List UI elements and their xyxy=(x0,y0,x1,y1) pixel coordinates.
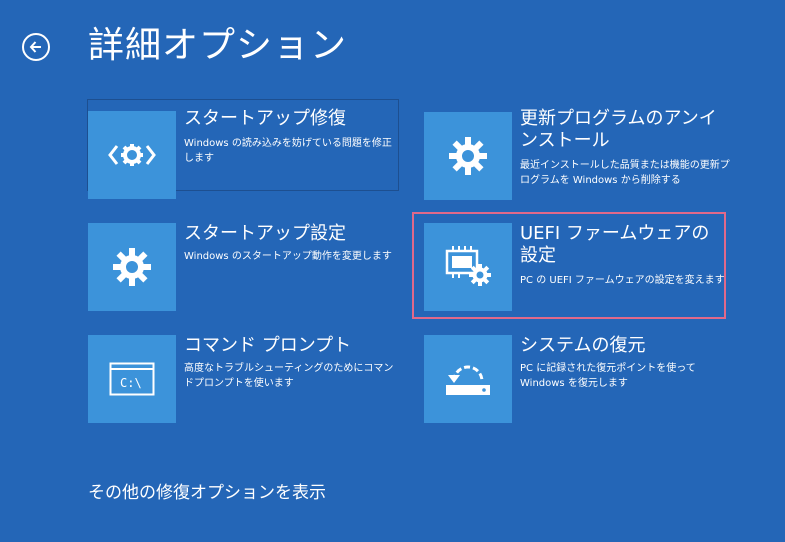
tile-description: PC の UEFI ファームウェアの設定を変えます xyxy=(520,275,725,286)
gear-icon xyxy=(113,248,151,286)
arrow-left-icon xyxy=(29,41,41,53)
code-gear-icon xyxy=(108,144,156,166)
tile-description: PC に記録された復元ポイントを使って Windows を復元します xyxy=(520,363,696,389)
tile-title: スタートアップ設定 xyxy=(184,223,346,244)
chip-gear-icon xyxy=(445,246,491,286)
startup-repair-tile[interactable]: スタートアップ修復 Windows の読み込みを妨げている問題を修正します xyxy=(87,99,399,199)
system-restore-icon xyxy=(446,365,490,395)
prompt-text: C:\ xyxy=(120,376,142,390)
page-title: 詳細オプション xyxy=(88,25,348,66)
system-restore-tile[interactable]: システムの復元 PC に記録された復元ポイントを使って Windows を復元し… xyxy=(424,335,734,425)
tile-icon-container xyxy=(424,335,512,423)
more-repair-options-link[interactable]: その他の修復オプションを表示 xyxy=(88,478,326,503)
tile-icon-container xyxy=(88,111,176,199)
tile-description: 高度なトラブルシューティングのためにコマンドプロンプトを使います xyxy=(184,363,394,389)
tile-description: Windows の読み込みを妨げている問題を修正します xyxy=(184,138,392,164)
tile-title: システムの復元 xyxy=(520,335,646,356)
startup-settings-tile[interactable]: スタートアップ設定 Windows のスタートアップ動作を変更します xyxy=(88,223,398,313)
tile-icon-container xyxy=(88,223,176,311)
tile-description: Windows のスタートアップ動作を変更します xyxy=(184,251,392,262)
tile-icon-container xyxy=(424,112,512,200)
gear-icon xyxy=(449,137,487,175)
tile-icon-container: C:\ xyxy=(88,335,176,423)
uefi-firmware-settings-tile[interactable]: UEFI ファームウェアの設定 PC の UEFI ファームウェアの設定を変えま… xyxy=(424,223,734,313)
back-button[interactable] xyxy=(22,33,50,61)
tile-title: UEFI ファームウェアの設定 xyxy=(520,223,710,266)
tile-title: スタートアップ修復 xyxy=(184,108,346,129)
uninstall-updates-tile[interactable]: 更新プログラムのアンインストール 最近インストールした品質または機能の更新プログ… xyxy=(424,108,734,200)
tile-description: 最近インストールした品質または機能の更新プログラムを Windows から削除す… xyxy=(520,160,730,186)
tile-icon-container xyxy=(424,223,512,311)
tile-title: 更新プログラムのアンインストール xyxy=(520,108,717,151)
command-prompt-tile[interactable]: C:\ コマンド プロンプト 高度なトラブルシューティングのためにコマンドプロン… xyxy=(88,335,398,425)
tile-title: コマンド プロンプト xyxy=(184,335,352,356)
command-prompt-icon: C:\ xyxy=(109,362,155,396)
